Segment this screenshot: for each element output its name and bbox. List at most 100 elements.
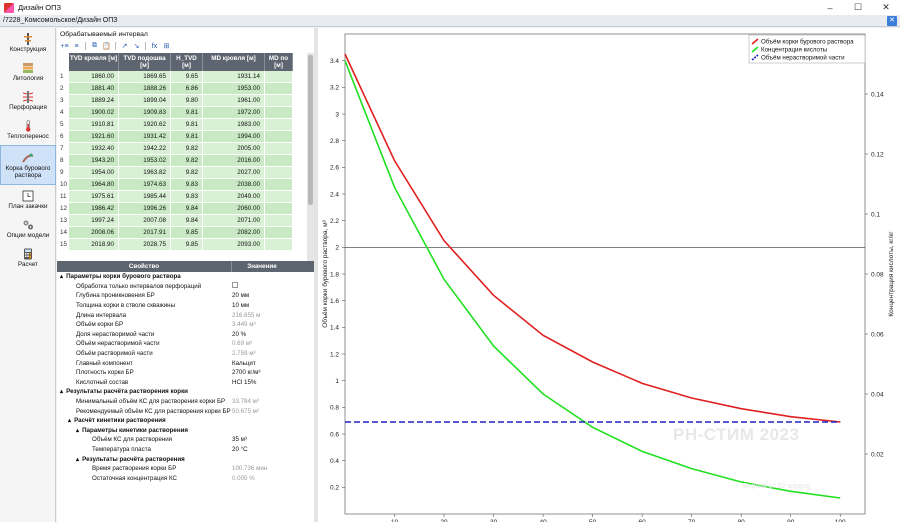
table-row[interactable]: 9 1954.00 1963.82 9.82 2027.00 [57,167,314,179]
table-cell[interactable]: 2008.06 [69,227,119,239]
property-row[interactable]: Температура пласта 20 °C [57,445,314,455]
property-value[interactable]: 20 % [232,331,312,338]
table-cell[interactable]: 9.82 [171,143,203,155]
property-value[interactable]: 10 мм [232,302,312,309]
table-cell[interactable]: 9.85 [171,239,203,251]
table-cell[interactable]: 2060.00 [203,203,265,215]
table-cell[interactable]: 1975.61 [69,191,119,203]
table-cell[interactable]: 1921.60 [69,131,119,143]
table-cell[interactable]: 1869.65 [119,71,171,83]
table-cell[interactable] [265,179,293,191]
property-value[interactable]: 20 °C [232,446,312,453]
property-value[interactable]: 35 м³ [232,436,312,443]
sidebar-item-perforation[interactable]: Перфорация [0,87,56,115]
checkbox[interactable] [232,282,238,289]
table-cell[interactable] [265,143,293,155]
collapse-icon[interactable]: ▴ [68,417,71,424]
table-row[interactable]: 6 1921.60 1931.42 9.81 1994.00 [57,131,314,143]
table-cell[interactable]: 2049.00 [203,191,265,203]
property-row[interactable]: Главный компонент Кальцит [57,358,314,368]
table-row[interactable]: 2 1881.40 1888.26 6.86 1953.00 [57,83,314,95]
property-row[interactable]: Остаточная концентрация КС 0.005 % [57,473,314,483]
property-row[interactable]: Минимальный объём КС для растворения кор… [57,397,314,407]
table-row[interactable]: 10 1964.80 1974.63 9.83 2038.00 [57,179,314,191]
table-cell[interactable]: 1900.02 [69,107,119,119]
column-header[interactable]: MD кровля [м] [203,53,265,71]
table-cell[interactable]: 9.65 [171,71,203,83]
table-cell[interactable] [265,215,293,227]
table-cell[interactable] [265,83,293,95]
column-header[interactable]: TVD кровля [м] [69,53,119,71]
sidebar-item-construction[interactable]: Конструкция [0,29,56,57]
sidebar-item-model-options[interactable]: Опции модели [0,215,56,243]
table-cell[interactable]: 9.83 [171,179,203,191]
sidebar-item-injection-plan[interactable]: План закачки [0,186,56,214]
property-value[interactable]: 20 мм [232,292,312,299]
table-row[interactable]: 14 2008.06 2017.91 9.85 2082.00 [57,227,314,239]
table-cell[interactable]: 9.84 [171,215,203,227]
property-group[interactable]: ▴ Результаты расчёта растворения корки [57,387,314,397]
property-group[interactable]: ▴ Параметры кинетики растворения [57,426,314,436]
table-cell[interactable]: 1932.40 [69,143,119,155]
table-cell[interactable]: 9.84 [171,203,203,215]
property-value[interactable] [232,282,312,290]
table-cell[interactable]: 9.80 [171,95,203,107]
property-group[interactable]: ▴ Результаты расчёта растворения [57,454,314,464]
table-cell[interactable]: 2005.00 [203,143,265,155]
scrollbar-thumb[interactable] [308,55,313,205]
property-row[interactable]: Объём растворимой части 2.759 м³ [57,349,314,359]
property-row[interactable]: Время растворения корки БР 100.736 мин [57,464,314,474]
copy-icon[interactable]: ⧉ [90,42,99,51]
column-header[interactable]: MD по [м] [265,53,293,71]
property-row[interactable]: Доля нерастворимой части 20 % [57,330,314,340]
table-icon[interactable]: ⊞ [162,42,171,51]
table-cell[interactable]: 2071.00 [203,215,265,227]
table-cell[interactable]: 1996.26 [119,203,171,215]
table-row[interactable]: 3 1889.24 1899.04 9.80 1961.00 [57,95,314,107]
table-cell[interactable] [265,131,293,143]
table-cell[interactable]: 1931.42 [119,131,171,143]
table-cell[interactable]: 1942.22 [119,143,171,155]
table-row[interactable]: 12 1986.42 1996.26 9.84 2060.00 [57,203,314,215]
table-cell[interactable]: 1985.44 [119,191,171,203]
property-row[interactable]: Длина интервала 216.855 м [57,310,314,320]
table-row[interactable]: 1 1860.00 1869.65 9.65 1931.14 [57,71,314,83]
table-row[interactable]: 8 1943.20 1953.02 9.82 2016.00 [57,155,314,167]
sidebar-item-mud-cake[interactable]: Корка бурового раствора [0,145,56,185]
property-value[interactable]: HCl 15% [232,379,312,386]
table-cell[interactable]: 1953.00 [203,83,265,95]
table-cell[interactable] [265,191,293,203]
sidebar-item-heat-transfer[interactable]: Теплоперенос [0,116,56,144]
table-cell[interactable]: 2082.00 [203,227,265,239]
table-cell[interactable]: 9.82 [171,167,203,179]
table-cell[interactable]: 2038.00 [203,179,265,191]
table-cell[interactable]: 1909.83 [119,107,171,119]
maximize-button[interactable]: ☐ [844,0,872,15]
table-cell[interactable]: 1888.26 [119,83,171,95]
property-row[interactable]: Объём КС для растворения 35 м³ [57,435,314,445]
table-cell[interactable]: 2093.00 [203,239,265,251]
add-row-icon[interactable]: +≡ [60,42,69,51]
table-row[interactable]: 5 1910.81 1920.62 9.81 1983.00 [57,119,314,131]
insert-row-icon[interactable]: ≡ [72,42,81,51]
table-cell[interactable]: 1953.02 [119,155,171,167]
property-row[interactable]: Объём нерастворимой части 0.69 м³ [57,339,314,349]
table-cell[interactable]: 1997.24 [69,215,119,227]
table-cell[interactable]: 1964.80 [69,179,119,191]
table-cell[interactable] [265,227,293,239]
property-row[interactable]: Толщина корки в стволе скважины 10 мм [57,301,314,311]
property-row[interactable]: Плотность корки БР 2700 кг/м³ [57,368,314,378]
table-cell[interactable]: 1986.42 [69,203,119,215]
table-cell[interactable]: 1972.00 [203,107,265,119]
collapse-icon[interactable]: ▴ [60,388,63,395]
property-value[interactable]: Кальцит [232,360,312,367]
table-cell[interactable]: 1899.04 [119,95,171,107]
table-cell[interactable]: 9.81 [171,107,203,119]
close-button[interactable]: ✕ [872,0,900,15]
table-row[interactable]: 7 1932.40 1942.22 9.82 2005.00 [57,143,314,155]
table-cell[interactable] [265,95,293,107]
table-cell[interactable]: 9.81 [171,131,203,143]
column-header[interactable]: TVD подошва [м] [119,53,171,71]
minimize-button[interactable]: – [816,0,844,15]
property-row[interactable]: Глубина проникновения БР 20 мм [57,291,314,301]
